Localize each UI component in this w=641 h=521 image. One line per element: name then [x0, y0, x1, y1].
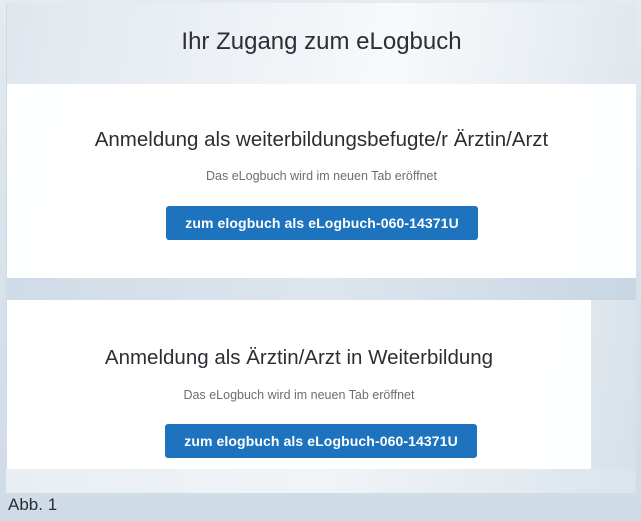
card-trainee-login: Anmeldung als Ärztin/Arzt in Weiterbildu… [7, 300, 591, 472]
panel-header: Ihr Zugang zum eLogbuch [7, 3, 636, 84]
divider-band [7, 278, 636, 300]
card-title: Anmeldung als Ärztin/Arzt in Weiterbildu… [104, 346, 494, 369]
open-elogbuch-button-trainee[interactable]: zum elogbuch als eLogbuch-060-14371U [165, 424, 477, 458]
card-title: Anmeldung als weiterbildungsbefugte/r Är… [94, 128, 549, 151]
page-title: Ihr Zugang zum eLogbuch [181, 28, 462, 55]
card-subtitle: Das eLogbuch wird im neuen Tab eröffnet [183, 388, 415, 402]
open-elogbuch-button-supervisor[interactable]: zum elogbuch als eLogbuch-060-14371U [166, 206, 478, 240]
card-supervisor-login: Anmeldung als weiterbildungsbefugte/r Är… [7, 84, 636, 278]
figure-caption: Abb. 1 [8, 495, 58, 514]
card-subtitle: Das eLogbuch wird im neuen Tab eröffnet [206, 169, 437, 183]
panel-footer-area [6, 469, 635, 493]
login-panel: Ihr Zugang zum eLogbuch Anmeldung als we… [6, 3, 636, 493]
